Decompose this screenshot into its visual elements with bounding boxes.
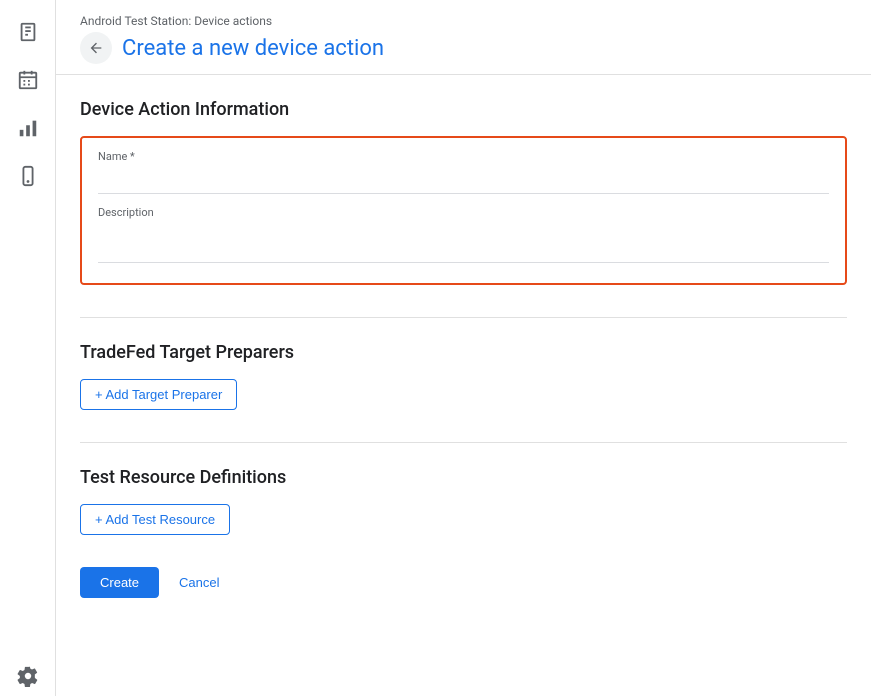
back-button[interactable] [80, 32, 112, 64]
sidebar [0, 0, 56, 696]
divider-2 [80, 442, 847, 443]
breadcrumb: Android Test Station: Device actions [80, 14, 847, 28]
description-input[interactable] [98, 223, 829, 263]
add-test-resource-button[interactable]: + Add Test Resource [80, 504, 230, 535]
create-button[interactable]: Create [80, 567, 159, 598]
sidebar-item-settings[interactable] [8, 656, 48, 696]
description-label: Description [98, 206, 829, 219]
action-buttons: Create Cancel [80, 567, 847, 598]
sidebar-item-tasks[interactable] [8, 12, 48, 52]
device-action-form: Name * Description [80, 136, 847, 285]
content-area: Device Action Information Name * Descrip… [56, 75, 871, 696]
device-action-section: Device Action Information Name * Descrip… [80, 99, 847, 285]
name-label: Name * [98, 150, 829, 163]
page-title: Create a new device action [122, 36, 384, 61]
test-resource-section: Test Resource Definitions + Add Test Res… [80, 467, 847, 535]
name-field: Name * [98, 150, 829, 194]
device-action-title: Device Action Information [80, 99, 847, 120]
divider-1 [80, 317, 847, 318]
tradefed-section: TradeFed Target Preparers + Add Target P… [80, 342, 847, 410]
sidebar-item-analytics[interactable] [8, 108, 48, 148]
sidebar-item-devices[interactable] [8, 156, 48, 196]
add-target-preparer-button[interactable]: + Add Target Preparer [80, 379, 237, 410]
tradefed-title: TradeFed Target Preparers [80, 342, 847, 363]
cancel-button[interactable]: Cancel [167, 567, 231, 598]
header: Android Test Station: Device actions Cre… [56, 0, 871, 75]
description-field: Description [98, 206, 829, 267]
sidebar-item-schedule[interactable] [8, 60, 48, 100]
test-resource-title: Test Resource Definitions [80, 467, 847, 488]
name-input[interactable] [98, 167, 829, 194]
main-content: Android Test Station: Device actions Cre… [56, 0, 871, 696]
